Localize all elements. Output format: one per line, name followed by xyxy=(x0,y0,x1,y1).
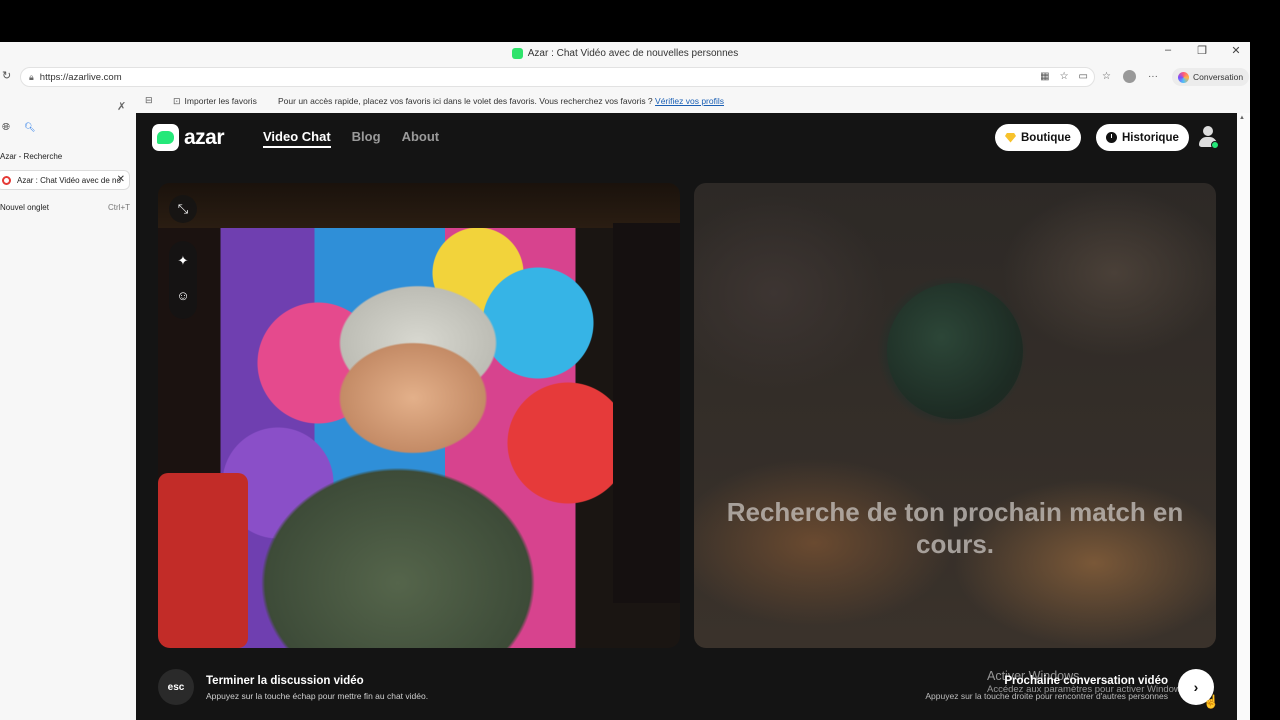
window-title: Azar : Chat Vidéo avec de nouvelles pers… xyxy=(527,47,739,59)
screen: Azar : Chat Vidéo avec de nouvelles pers… xyxy=(0,0,1280,720)
refresh-icon[interactable]: ↻ xyxy=(2,69,11,82)
partner-video-searching: Recherche de ton prochain match en cours… xyxy=(694,183,1216,648)
lock-icon[interactable]: 🔒︎ xyxy=(29,72,34,83)
shop-label: Boutique xyxy=(1021,131,1071,144)
searching-text: Recherche de ton prochain match en cours… xyxy=(726,497,1184,559)
favorite-star-icon[interactable]: ☆ xyxy=(1060,71,1069,82)
globe-loading-icon xyxy=(887,283,1023,419)
address-bar-actions: ▦ ☆ ▭ xyxy=(1040,71,1088,82)
active-tab-title: Azar : Chat Vidéo avec de nouvelles pers… xyxy=(17,175,121,185)
tab-actions-icon[interactable]: ⊟ xyxy=(145,95,153,106)
effects-toolbar: ✦ ☺ xyxy=(169,241,197,319)
history-label: Historique xyxy=(1122,131,1179,144)
close-icon[interactable]: ✕ xyxy=(117,174,125,185)
url-text: https://azarlive.com xyxy=(39,71,122,83)
favorites-tip-text: Pour un accès rapide, placez vos favoris… xyxy=(278,96,653,106)
window-controls: – ❐ ✕ xyxy=(1162,44,1242,57)
shop-button[interactable]: Boutique xyxy=(995,124,1081,151)
tab-group-label[interactable]: Azar - Recherche xyxy=(0,152,62,161)
profile-avatar-icon[interactable] xyxy=(1122,70,1136,83)
hand-cursor-icon: ☝ xyxy=(1203,694,1220,709)
copilot-icon xyxy=(1178,71,1189,83)
expand-icon[interactable]: ⤡ xyxy=(169,195,197,223)
magic-wand-icon[interactable]: ✦ xyxy=(169,247,197,275)
my-camera-video: ⤡ ✦ ☺ xyxy=(158,183,680,648)
check-profiles-link[interactable]: Vérifiez vos profils xyxy=(655,96,724,106)
watermark-line2: Accédez aux paramètres pour activer Wind… xyxy=(987,684,1189,695)
restore-icon[interactable]: ❐ xyxy=(1196,44,1208,57)
history-button[interactable]: Historique xyxy=(1096,124,1189,151)
copilot-label: Conversation xyxy=(1193,72,1244,82)
new-tab-shortcut: Ctrl+T xyxy=(108,203,130,212)
address-row: ↻ 🔒︎ https://azarlive.com ▦ ☆ ▭ ☆ ··· Co… xyxy=(0,64,1250,90)
search-icon[interactable]: 🔍︎ xyxy=(24,122,35,133)
nav-blog[interactable]: Blog xyxy=(352,129,381,148)
azar-logo[interactable]: azar xyxy=(152,124,225,151)
new-tab-button[interactable]: Nouvel onglet Ctrl+T xyxy=(0,203,130,212)
minimize-icon[interactable]: – xyxy=(1162,44,1174,57)
globe-icon[interactable]: 🌐︎ xyxy=(2,122,10,133)
azar-tab-icon xyxy=(2,175,11,185)
logo-mark-icon xyxy=(152,124,179,151)
gem-icon xyxy=(1005,132,1016,143)
azar-page: azar Video Chat Blog About Boutique Hist… xyxy=(136,113,1237,720)
scroll-up-icon[interactable]: ▲ xyxy=(1239,115,1245,121)
new-tab-label: Nouvel onglet xyxy=(0,203,49,212)
favorites-bar: ⊟ ⊡ Importer les favoris Pour un accès ra… xyxy=(0,90,1250,112)
watermark-line1: Activer Windows xyxy=(987,669,1080,683)
online-status-dot xyxy=(1211,141,1219,149)
nav-video-chat[interactable]: Video Chat xyxy=(263,129,331,148)
toolbar-icons: ☆ ··· xyxy=(1102,70,1158,83)
azar-favicon-icon xyxy=(511,47,523,59)
favorites-tip: Pour un accès rapide, placez vos favoris… xyxy=(278,96,724,106)
clock-icon xyxy=(1106,132,1117,143)
page-scrollbar[interactable]: ▲ xyxy=(1237,113,1250,720)
copilot-button[interactable]: Conversation xyxy=(1172,68,1250,86)
import-icon: ⊡ xyxy=(173,96,181,106)
sidebar-search: 🌐︎ 🔍︎ xyxy=(2,122,35,133)
profile-icon[interactable] xyxy=(1197,125,1219,149)
nav-about[interactable]: About xyxy=(402,129,440,148)
import-favorites-label: Importer les favoris xyxy=(184,96,257,106)
camera-icon[interactable]: ▭ xyxy=(1079,71,1088,82)
windows-activation-watermark: Activer Windows Accédez aux paramètres p… xyxy=(987,669,1188,695)
title-bar: Azar : Chat Vidéo avec de nouvelles pers… xyxy=(0,42,1250,64)
favorites-icon[interactable]: ☆ xyxy=(1102,71,1111,82)
end-chat-button[interactable]: esc xyxy=(158,669,194,705)
import-favorites-button[interactable]: ⊡ Importer les favoris xyxy=(173,96,257,107)
site-header: azar Video Chat Blog About Boutique Hist… xyxy=(136,113,1237,163)
close-window-icon[interactable]: ✕ xyxy=(1230,44,1242,57)
more-icon[interactable]: ··· xyxy=(1148,71,1158,82)
pin-off-icon[interactable]: ✗ xyxy=(117,100,126,113)
address-bar[interactable]: 🔒︎ https://azarlive.com ▦ ☆ ▭ xyxy=(20,67,1095,87)
vertical-tabs-sidebar: ✗ 🌐︎ 🔍︎ Azar - Recherche Azar : Chat Vid… xyxy=(0,101,136,720)
logo-text: azar xyxy=(184,125,225,149)
active-tab[interactable]: Azar : Chat Vidéo avec de nouvelles pers… xyxy=(0,170,130,190)
apps-icon[interactable]: ▦ xyxy=(1040,71,1049,82)
end-chat-subtitle: Appuyez sur la touche échap pour mettre … xyxy=(206,691,429,701)
sticker-icon[interactable]: ☺ xyxy=(169,281,197,309)
end-chat-title: Terminer la discussion vidéo xyxy=(206,675,364,687)
main-nav: Video Chat Blog About xyxy=(263,129,439,148)
